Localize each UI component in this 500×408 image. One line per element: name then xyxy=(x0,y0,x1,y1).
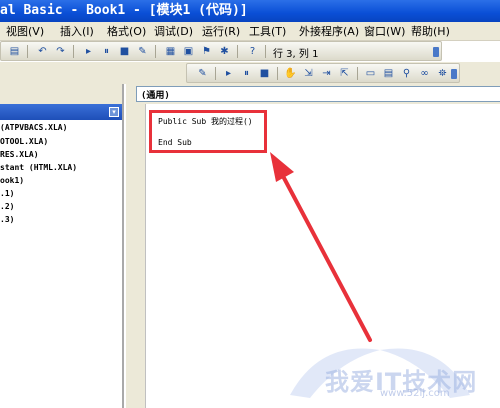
watermark-url: www.52ij.com xyxy=(380,388,450,399)
